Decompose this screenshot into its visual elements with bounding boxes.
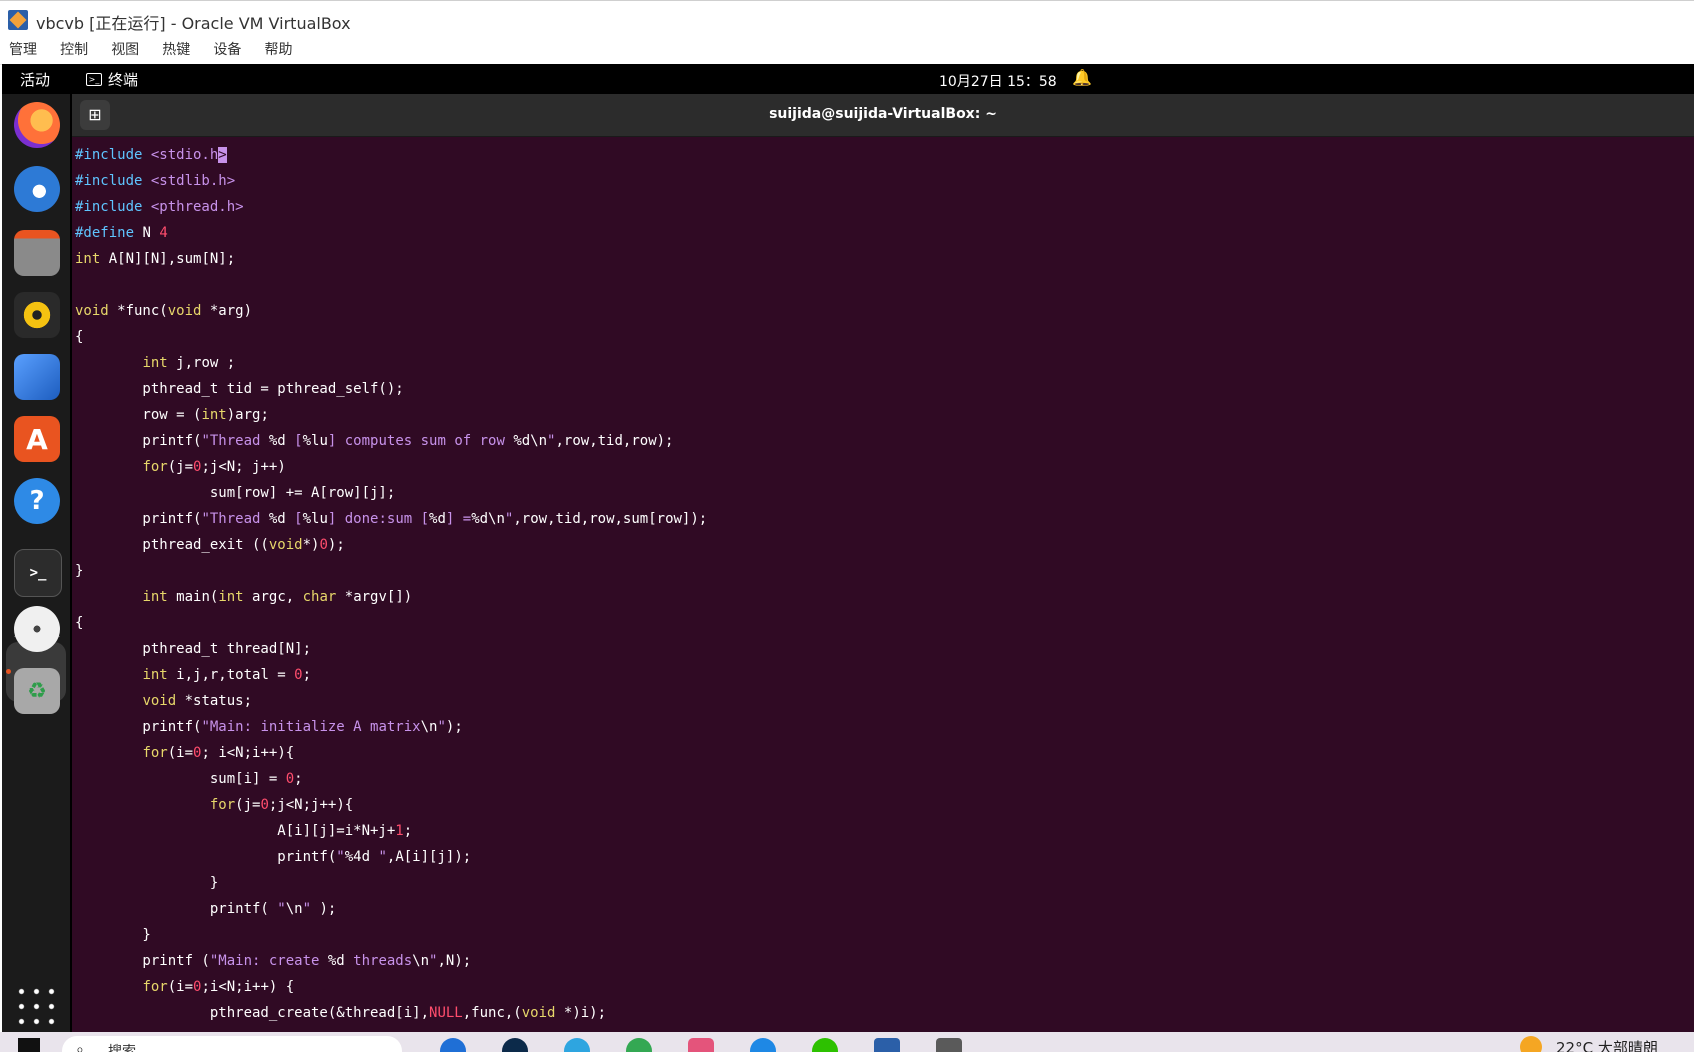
weather-text[interactable]: 22°C 大部晴朗 <box>1556 1037 1658 1052</box>
notification-bell-icon[interactable]: 🔔 <box>1072 68 1092 87</box>
terminal-title: suijida@suijida-VirtualBox: ~ <box>769 106 997 122</box>
terminal-icon[interactable]: >_ <box>14 549 62 597</box>
terminal-window[interactable]: ⊞ suijida@suijida-VirtualBox: ~ #include… <box>72 94 1694 1032</box>
app-menu-terminal[interactable]: >_ 终端 <box>86 69 138 90</box>
virtualbox-titlebar: vbcvb [正在运行] - Oracle VM VirtualBox <box>0 0 1694 36</box>
menu-manage[interactable]: 管理 <box>9 36 37 64</box>
virtualbox-menubar: 管理 控制 视图 热键 设备 帮助 <box>0 36 1694 65</box>
firefox-icon[interactable] <box>14 102 60 148</box>
windows-start-icon[interactable] <box>18 1038 40 1052</box>
taskbar-app-icon[interactable] <box>564 1038 590 1052</box>
trash-icon[interactable]: ♻ <box>14 668 60 714</box>
taskbar-app-icon[interactable] <box>502 1038 528 1052</box>
files-icon[interactable] <box>14 230 60 276</box>
menu-hotkeys[interactable]: 热键 <box>162 36 190 64</box>
ubuntu-dock: A ? >_ ♻ <box>2 94 70 1032</box>
help-icon[interactable]: ? <box>14 478 60 524</box>
menu-devices[interactable]: 设备 <box>213 36 241 64</box>
guest-screen: 活动 >_ 终端 10月27日 15：58 🔔 A ? >_ ♻ ⊞ suiji… <box>2 64 1694 1032</box>
app-center-icon[interactable]: A <box>14 416 60 462</box>
menu-view[interactable]: 视图 <box>111 36 139 64</box>
taskbar-app-icon[interactable] <box>688 1038 714 1052</box>
search-icon: ⌕ <box>76 1042 84 1052</box>
taskbar-app-icon[interactable] <box>936 1038 962 1052</box>
weather-icon[interactable] <box>1520 1036 1542 1052</box>
disc-icon[interactable] <box>14 606 60 652</box>
search-input[interactable]: 搜索 <box>108 1041 136 1052</box>
taskbar-app-icon[interactable] <box>750 1038 776 1052</box>
taskbar-app-icon[interactable] <box>440 1038 466 1052</box>
menu-help[interactable]: 帮助 <box>264 36 292 64</box>
dock-running-indicator <box>6 669 11 674</box>
window-title: vbcvb [正在运行] - Oracle VM VirtualBox <box>36 14 351 33</box>
terminal-small-icon: >_ <box>86 73 102 86</box>
clock[interactable]: 10月27日 15：58 <box>939 71 1057 91</box>
taskbar-app-icon[interactable] <box>812 1038 838 1052</box>
taskbar-search[interactable]: ⌕ 搜索 <box>62 1036 402 1052</box>
activities-button[interactable]: 活动 <box>20 69 50 90</box>
libreoffice-writer-icon[interactable] <box>14 354 60 400</box>
app-menu-label: 终端 <box>108 71 139 89</box>
virtualbox-logo-icon <box>8 10 28 30</box>
thunderbird-icon[interactable] <box>14 166 60 212</box>
terminal-header: ⊞ suijida@suijida-VirtualBox: ~ <box>72 94 1694 137</box>
menu-control[interactable]: 控制 <box>60 36 88 64</box>
code-content[interactable]: #include <stdio.h> #include <stdlib.h> #… <box>75 142 707 1026</box>
show-apps-icon[interactable] <box>14 984 60 1030</box>
gnome-top-bar: 活动 >_ 终端 10月27日 15：58 🔔 <box>2 64 1694 94</box>
taskbar-app-icon[interactable] <box>626 1038 652 1052</box>
windows-taskbar: ⌕ 搜索 22°C 大部晴朗 <box>0 1032 1694 1052</box>
taskbar-app-icon[interactable] <box>874 1038 900 1052</box>
rhythmbox-icon[interactable] <box>14 292 60 338</box>
